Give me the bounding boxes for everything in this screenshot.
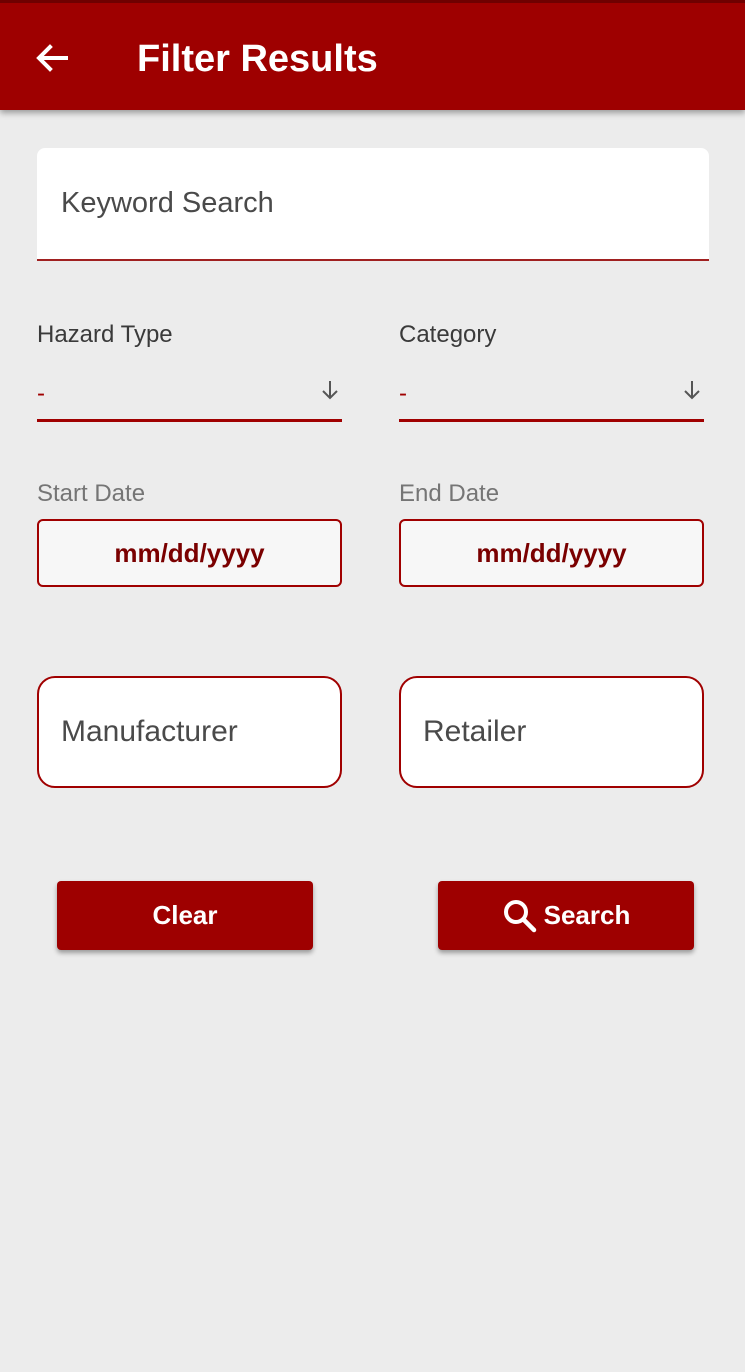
- page-title: Filter Results: [137, 38, 378, 80]
- manufacturer-input[interactable]: [61, 708, 321, 756]
- category-select[interactable]: -: [399, 366, 704, 422]
- app-bar: Filter Results: [0, 0, 745, 110]
- manufacturer-field[interactable]: [37, 676, 342, 788]
- clear-button[interactable]: Clear: [57, 881, 313, 950]
- arrow-down-icon: [322, 381, 338, 400]
- start-date-picker[interactable]: mm/dd/yyyy: [37, 519, 342, 587]
- keyword-search-field[interactable]: [37, 148, 709, 261]
- end-date-picker[interactable]: mm/dd/yyyy: [399, 519, 704, 587]
- keyword-search-input[interactable]: [61, 180, 681, 226]
- retailer-input[interactable]: [423, 708, 683, 756]
- search-icon: [503, 899, 536, 932]
- arrow-left-icon: [36, 44, 68, 72]
- search-button[interactable]: Search: [438, 881, 694, 950]
- search-button-label: Search: [543, 900, 631, 930]
- category-label: Category: [399, 321, 497, 348]
- category-value: -: [399, 380, 407, 407]
- hazard-type-value: -: [37, 380, 45, 407]
- start-date-label: Start Date: [37, 480, 146, 507]
- end-date-label: End Date: [399, 480, 500, 507]
- retailer-field[interactable]: [399, 676, 704, 788]
- hazard-type-label: Hazard Type: [37, 321, 173, 348]
- clear-button-label: Clear: [152, 900, 218, 930]
- hazard-type-select[interactable]: -: [37, 366, 342, 422]
- back-button[interactable]: [32, 38, 72, 78]
- arrow-down-icon: [684, 381, 700, 400]
